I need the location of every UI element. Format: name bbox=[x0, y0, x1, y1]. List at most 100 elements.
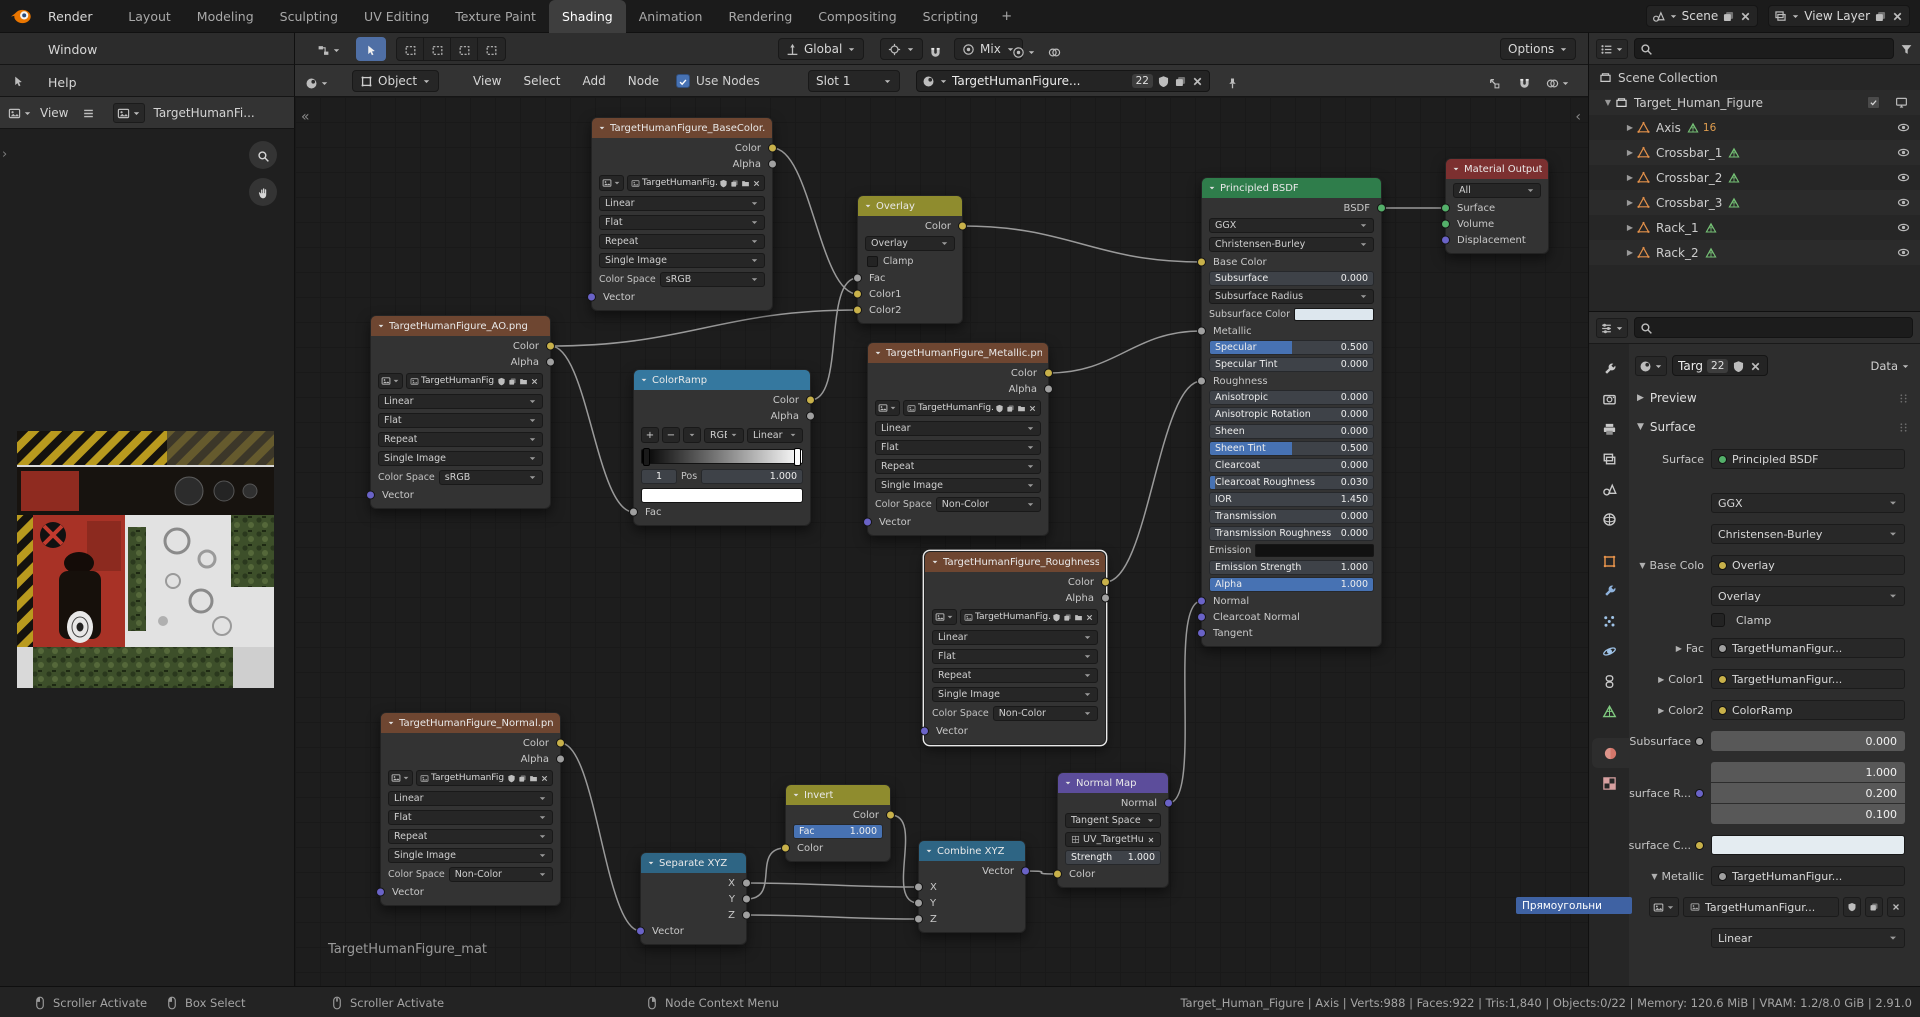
select-mode-intersect[interactable] bbox=[478, 38, 505, 60]
outliner-row-axis[interactable]: ▶Axis16 bbox=[1589, 115, 1920, 140]
outliner-row-rack_1[interactable]: ▶Rack_1 bbox=[1589, 215, 1920, 240]
prop-node-link-button[interactable]: TargetHumanFigur... bbox=[1711, 669, 1905, 689]
shader-menu-select[interactable]: Select bbox=[512, 65, 571, 98]
proportional-falloff-dropdown[interactable] bbox=[1012, 42, 1036, 61]
toolbar-toggle-arrow[interactable]: › bbox=[2, 147, 7, 162]
menu-help[interactable]: Help bbox=[38, 66, 107, 99]
image-editor-tool-button[interactable] bbox=[12, 71, 25, 90]
node-slider-sheen[interactable]: Sheen0.000 bbox=[1202, 423, 1381, 440]
unlink-scene-button[interactable] bbox=[1739, 9, 1752, 23]
remove-stop-button[interactable]: − bbox=[662, 427, 680, 443]
node-dropdown[interactable]: Flat bbox=[371, 411, 550, 430]
node-header[interactable]: Separate XYZ bbox=[641, 853, 746, 873]
node-header[interactable]: Material Output bbox=[1446, 159, 1548, 179]
node-dropdown[interactable]: Linear bbox=[371, 392, 550, 411]
node-labeled-dropdown[interactable]: Color SpacesRGB bbox=[592, 270, 772, 289]
node-dropdown[interactable]: Linear bbox=[925, 628, 1105, 647]
pivot-point-dropdown[interactable] bbox=[880, 38, 923, 60]
fake-user-toggle[interactable] bbox=[1843, 897, 1861, 917]
use-nodes-checkbox[interactable]: Use Nodes bbox=[676, 74, 760, 88]
prop-node-link-button[interactable]: Overlay bbox=[1711, 555, 1905, 575]
select-mode-extend[interactable] bbox=[424, 38, 451, 60]
node-principled[interactable]: Principled BSDFBSDFGGXChristensen-Burley… bbox=[1201, 177, 1382, 647]
browse-image-button[interactable] bbox=[599, 175, 624, 191]
node-dropdown[interactable]: Flat bbox=[925, 647, 1105, 666]
workspace-tab-shading[interactable]: Shading bbox=[549, 0, 626, 33]
node-dropdown[interactable]: Single Image bbox=[925, 685, 1105, 704]
sidebar-toggle-arrow[interactable]: ‹ bbox=[1575, 109, 1581, 125]
node-dropdown[interactable]: Repeat bbox=[868, 457, 1048, 476]
toolbar-toggle-arrow[interactable]: « bbox=[301, 109, 310, 125]
prop-node-link-button[interactable]: Principled BSDF bbox=[1711, 449, 1905, 469]
pin-toggle[interactable] bbox=[1226, 73, 1239, 92]
node-slider-alpha[interactable]: Alpha1.000 bbox=[1202, 576, 1381, 593]
socket-value[interactable] bbox=[556, 755, 565, 764]
outliner-row-collection[interactable]: ▼Target_Human_Figure bbox=[1589, 90, 1920, 115]
hide-in-viewport-toggle[interactable] bbox=[1897, 170, 1910, 184]
node-output[interactable]: Material OutputAllSurfaceVolumeDisplacem… bbox=[1445, 158, 1549, 254]
outliner-search-input[interactable] bbox=[1634, 38, 1894, 59]
new-scene-button[interactable] bbox=[1722, 9, 1735, 23]
snapping-button[interactable] bbox=[1518, 73, 1531, 92]
image-name-field[interactable]: TargetHumanFig... bbox=[406, 373, 543, 389]
node-dropdown[interactable]: Repeat bbox=[381, 827, 560, 846]
expander-icon[interactable]: ▶ bbox=[1623, 123, 1637, 132]
menu-view[interactable]: View bbox=[36, 106, 72, 120]
node-slider-clearcoat[interactable]: Clearcoat0.000 bbox=[1202, 457, 1381, 474]
prop-select[interactable]: Linear bbox=[1711, 928, 1905, 948]
node-slider-anisotropic[interactable]: Anisotropic0.000 bbox=[1202, 389, 1381, 406]
shader-menu-view[interactable]: View bbox=[462, 65, 512, 98]
prop-select[interactable]: Christensen-Burley bbox=[1711, 524, 1905, 544]
node-separate[interactable]: Separate XYZXYZVector bbox=[640, 852, 747, 945]
node-tex_basecolor[interactable]: TargetHumanFigure_BaseColor.pngColorAlph… bbox=[591, 117, 773, 311]
image-name-field[interactable]: TargetHumanFigur... bbox=[1683, 897, 1839, 917]
node-dropdown[interactable]: Repeat bbox=[371, 430, 550, 449]
preview-section-header[interactable]: ▶Preview bbox=[1637, 391, 1910, 405]
browse-image-button[interactable] bbox=[932, 609, 957, 625]
socket-value[interactable] bbox=[1044, 385, 1053, 394]
outliner-row-crossbar_2[interactable]: ▶Crossbar_2 bbox=[1589, 165, 1920, 190]
image-name-field[interactable]: TargetHumanFig... bbox=[416, 770, 553, 786]
node-normalmap[interactable]: Normal MapNormalTangent SpaceUV_TargetHu… bbox=[1057, 772, 1169, 888]
expander-icon[interactable]: ▶ bbox=[1623, 223, 1637, 232]
workspace-tab-animation[interactable]: Animation bbox=[626, 0, 716, 33]
menu-render[interactable]: Render bbox=[38, 0, 107, 33]
expander-icon[interactable]: ▶ bbox=[1623, 173, 1637, 182]
node-slider-fac[interactable]: Fac1.000 bbox=[786, 823, 890, 840]
image-name-field[interactable]: TargetHumanFig... bbox=[627, 175, 765, 191]
node-header[interactable]: Normal Map bbox=[1058, 773, 1168, 793]
properties-tab-object-data[interactable] bbox=[1589, 696, 1629, 726]
socket-value[interactable] bbox=[806, 412, 815, 421]
snap-toggle[interactable] bbox=[929, 42, 942, 61]
node-slider-specular-tint[interactable]: Specular Tint0.000 bbox=[1202, 356, 1381, 373]
socket-vector[interactable] bbox=[366, 491, 375, 500]
node-dropdown[interactable]: Single Image bbox=[868, 476, 1048, 495]
browse-image-button[interactable] bbox=[875, 400, 900, 416]
node-dropdown[interactable]: Repeat bbox=[925, 666, 1105, 685]
expander-icon[interactable]: ▶ bbox=[1658, 675, 1664, 684]
socket-vector[interactable] bbox=[636, 927, 645, 936]
image-name-field[interactable]: TargetHumanFig... bbox=[960, 609, 1098, 625]
prop-number-field[interactable]: 1.000 bbox=[1711, 762, 1905, 782]
node-dropdown[interactable]: GGX bbox=[1202, 216, 1381, 235]
prop-node-link-button[interactable]: ColorRamp bbox=[1711, 700, 1905, 720]
expander-icon[interactable]: ▶ bbox=[1658, 706, 1664, 715]
properties-tab-world[interactable] bbox=[1589, 504, 1629, 534]
add-stop-button[interactable]: + bbox=[641, 427, 659, 443]
socket-color[interactable] bbox=[781, 844, 790, 853]
color-swatch[interactable] bbox=[1294, 308, 1374, 321]
socket-value[interactable] bbox=[629, 508, 638, 517]
properties-tab-material[interactable] bbox=[1592, 738, 1629, 768]
ramp-color-mode[interactable]: RGB bbox=[704, 428, 744, 443]
expander-icon[interactable]: ▶ bbox=[1676, 644, 1682, 653]
socket-vector[interactable] bbox=[1164, 799, 1173, 808]
prop-select[interactable]: Overlay bbox=[1711, 586, 1905, 606]
prop-node-link-button[interactable]: TargetHumanFigur... bbox=[1711, 866, 1905, 886]
fake-user-toggle[interactable] bbox=[1157, 74, 1170, 88]
node-dropdown[interactable]: Single Image bbox=[592, 251, 772, 270]
node-header[interactable]: Combine XYZ bbox=[919, 841, 1025, 861]
properties-tab-modifiers[interactable] bbox=[1589, 576, 1629, 606]
editor-type-button[interactable] bbox=[8, 103, 32, 122]
tool-dropdown[interactable] bbox=[317, 40, 341, 59]
socket-value[interactable] bbox=[914, 883, 923, 892]
